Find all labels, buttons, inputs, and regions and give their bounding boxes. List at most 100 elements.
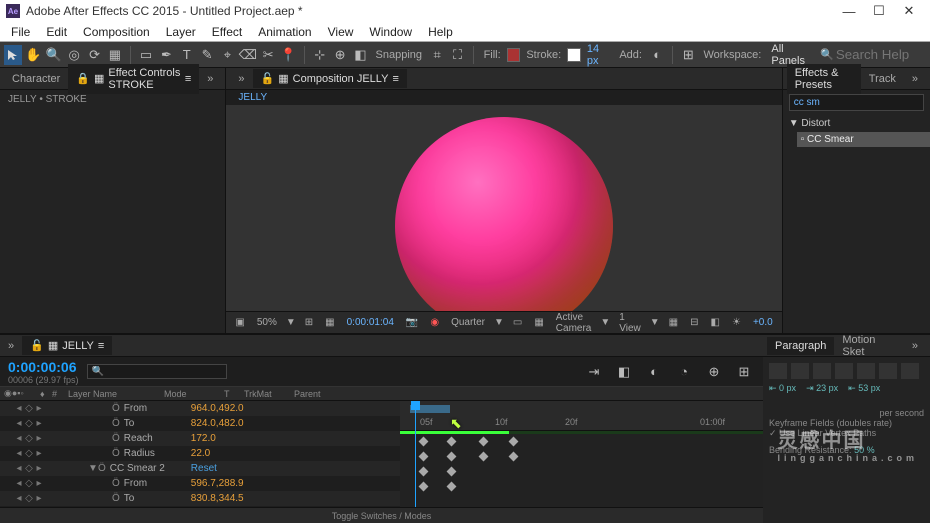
views-dropdown[interactable]: 1 View: [616, 312, 644, 334]
add-kf-icon[interactable]: ◇: [24, 493, 34, 504]
add-kf-icon[interactable]: ◇: [24, 433, 34, 444]
tl-tool6-icon[interactable]: ⊞: [733, 362, 755, 382]
next-kf-icon[interactable]: ▸: [34, 403, 44, 414]
property-value[interactable]: 830.8,344.5: [191, 493, 244, 504]
keyframe[interactable]: [509, 452, 519, 462]
property-value[interactable]: 596.7,288.9: [191, 478, 244, 489]
panel-overflow[interactable]: »: [199, 70, 221, 88]
property-tree[interactable]: ◂◇▸ÖFrom964.0,492.0◂◇▸ÖTo824.0,482.0◂◇▸Ö…: [0, 401, 400, 507]
tab-paragraph[interactable]: Paragraph: [767, 337, 834, 355]
menu-file[interactable]: File: [4, 23, 37, 41]
camera-tool-icon[interactable]: ▦: [106, 45, 124, 65]
composition-viewer[interactable]: [226, 105, 781, 311]
ruler-icon[interactable]: ⊞: [302, 317, 316, 328]
panel-overflow[interactable]: »: [904, 337, 926, 355]
property-row[interactable]: ◂◇▸ÖFrom596.7,288.9: [0, 476, 400, 491]
snap-icon[interactable]: ⌗: [428, 45, 446, 65]
resolution-dropdown[interactable]: Quarter: [448, 317, 488, 328]
menu-window[interactable]: Window: [362, 23, 419, 41]
stopwatch-icon[interactable]: Ö: [112, 448, 120, 459]
keyframe[interactable]: [447, 467, 457, 477]
justify-left-icon[interactable]: [835, 363, 853, 379]
timecode[interactable]: 0:00:00:06: [8, 359, 79, 375]
footer-time[interactable]: 0:00:01:04: [344, 317, 397, 328]
prev-kf-icon[interactable]: ◂: [14, 478, 24, 489]
next-kf-icon[interactable]: ▸: [34, 463, 44, 474]
brush-tool-icon[interactable]: ✎: [198, 45, 216, 65]
layer-search-input[interactable]: [87, 364, 227, 379]
comp-breadcrumb[interactable]: JELLY: [226, 90, 781, 105]
keyframe[interactable]: [509, 437, 519, 447]
hand-tool-icon[interactable]: ✋: [24, 45, 42, 65]
panel-overflow-left[interactable]: »: [230, 70, 252, 88]
tab-jelly-timeline[interactable]: 🔓 ▦ JELLY ≡: [22, 336, 112, 355]
panel-overflow[interactable]: »: [904, 70, 926, 88]
prev-kf-icon[interactable]: ◂: [14, 418, 24, 429]
panel-menu-icon[interactable]: ≡: [392, 73, 398, 85]
property-name[interactable]: Reach: [124, 433, 191, 444]
property-row[interactable]: ◂◇▸ÖRadius22.0: [0, 446, 400, 461]
property-name[interactable]: Radius: [124, 448, 191, 459]
col-trkmat[interactable]: TrkMat: [244, 389, 294, 399]
shape-tool-icon[interactable]: ◧: [351, 45, 369, 65]
keyframe[interactable]: [419, 452, 429, 462]
property-name[interactable]: To: [124, 418, 191, 429]
align-right-icon[interactable]: [813, 363, 831, 379]
align-center-icon[interactable]: [791, 363, 809, 379]
stopwatch-icon[interactable]: Ö: [112, 433, 120, 444]
col-mode[interactable]: Mode: [164, 389, 224, 399]
keyframe[interactable]: [447, 482, 457, 492]
stroke-swatch[interactable]: [567, 48, 581, 62]
next-kf-icon[interactable]: ▸: [34, 448, 44, 459]
keyframe[interactable]: [419, 482, 429, 492]
anchor-tool-icon[interactable]: ⊕: [331, 45, 349, 65]
menu-effect[interactable]: Effect: [205, 23, 249, 41]
property-name[interactable]: From: [124, 478, 191, 489]
view-option2-icon[interactable]: ⊟: [687, 317, 701, 328]
timeline-footer[interactable]: Toggle Switches / Modes: [0, 507, 763, 523]
property-value[interactable]: 172.0: [191, 433, 216, 444]
toggle-switches-modes[interactable]: Toggle Switches / Modes: [332, 511, 432, 521]
property-value[interactable]: Reset: [191, 463, 217, 474]
property-row[interactable]: ◂◇▸ÖReach172.0: [0, 431, 400, 446]
orbit-tool-icon[interactable]: ◎: [65, 45, 83, 65]
tab-motion-sketch[interactable]: Motion Sket: [834, 331, 904, 361]
add-kf-icon[interactable]: ◇: [24, 478, 34, 489]
panel-overflow[interactable]: »: [0, 337, 22, 355]
tl-tool2-icon[interactable]: ◧: [613, 362, 635, 382]
effects-search-input[interactable]: [789, 94, 924, 111]
property-row[interactable]: ◂◇▸ÖTo830.8,344.5: [0, 491, 400, 506]
text-tool-icon[interactable]: T: [178, 45, 196, 65]
tab-character[interactable]: Character: [4, 70, 68, 88]
prev-kf-icon[interactable]: ◂: [14, 403, 24, 414]
tab-effect-controls[interactable]: 🔒 ▦ Effect Controls STROKE ≡: [68, 64, 199, 94]
keyframe[interactable]: [447, 452, 457, 462]
menu-view[interactable]: View: [321, 23, 361, 41]
justify-all-icon[interactable]: [901, 363, 919, 379]
camera-icon[interactable]: 📷: [403, 317, 421, 328]
camera-dropdown[interactable]: Active Camera: [553, 312, 595, 334]
next-kf-icon[interactable]: ▸: [34, 418, 44, 429]
grid-icon[interactable]: ▦: [322, 317, 337, 328]
clone-tool-icon[interactable]: ⌖: [218, 45, 236, 65]
search-help-input[interactable]: [836, 47, 926, 62]
fx-item-cc-smear[interactable]: ▫ CC Smear: [797, 132, 930, 147]
tl-tool3-icon[interactable]: ◐: [643, 362, 665, 382]
prev-kf-icon[interactable]: ◂: [14, 493, 24, 504]
eraser-tool-icon[interactable]: ⌫: [239, 45, 257, 65]
minimize-button[interactable]: —: [834, 4, 864, 19]
add-dropdown-icon[interactable]: ◐: [648, 45, 666, 65]
prev-kf-icon[interactable]: ◂: [14, 463, 24, 474]
property-value[interactable]: 22.0: [191, 448, 210, 459]
property-name[interactable]: To: [124, 493, 191, 504]
property-row[interactable]: ◂◇▸ÖTo824.0,482.0: [0, 416, 400, 431]
keyframe-area[interactable]: 05f 10f 20f 01:00f ⬉: [400, 401, 763, 507]
maximize-button[interactable]: ☐: [864, 3, 894, 19]
transparency-icon[interactable]: ▦: [531, 317, 546, 328]
property-value[interactable]: 964.0,492.0: [191, 403, 244, 414]
roi-icon[interactable]: ▭: [510, 317, 525, 328]
pen-tool-icon[interactable]: ✒: [157, 45, 175, 65]
lock-icon[interactable]: 🔒: [76, 72, 90, 85]
stopwatch-icon[interactable]: Ö: [112, 493, 120, 504]
rotate-tool-icon[interactable]: ⟳: [85, 45, 103, 65]
